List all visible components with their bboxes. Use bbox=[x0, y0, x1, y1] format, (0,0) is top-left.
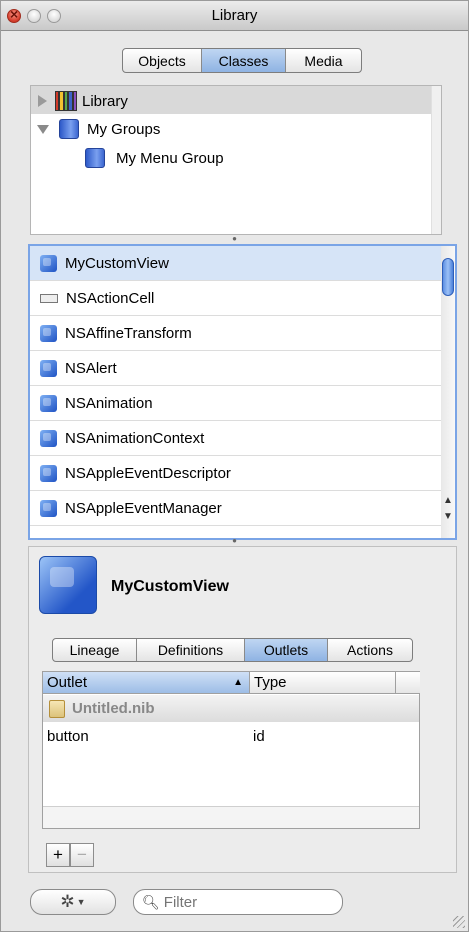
search-icon: 🔍︎ bbox=[142, 893, 160, 910]
tab-objects[interactable]: Objects bbox=[123, 49, 202, 72]
class-large-cube-icon bbox=[39, 556, 97, 614]
class-cube-icon bbox=[40, 324, 57, 342]
outlet-name-cell: button bbox=[47, 727, 89, 745]
filter-search-field[interactable]: 🔍︎ bbox=[133, 889, 343, 915]
tab-classes[interactable]: Classes bbox=[202, 49, 286, 72]
sort-ascending-icon: ▲ bbox=[233, 677, 243, 688]
filter-input[interactable] bbox=[163, 893, 324, 911]
scroll-down-arrow-icon[interactable]: ▼ bbox=[441, 510, 455, 524]
class-cube-icon bbox=[40, 429, 57, 447]
class-list-scrollbar[interactable]: ▲ ▼ bbox=[441, 246, 455, 538]
outlets-table: Outlet ▲ Type Untitled.nib button id bbox=[42, 671, 420, 829]
library-books-icon bbox=[55, 91, 78, 111]
tree-item-my-menu-group[interactable]: My Menu Group bbox=[85, 144, 441, 172]
window-title: Library bbox=[211, 7, 258, 24]
tab-definitions[interactable]: Definitions bbox=[137, 639, 245, 661]
tree-label-my-menu-group: My Menu Group bbox=[116, 149, 224, 167]
list-item-nsalert[interactable]: NSAlert bbox=[30, 351, 441, 386]
group-folder-icon bbox=[85, 148, 105, 168]
class-cube-icon bbox=[40, 394, 57, 412]
group-folder-icon bbox=[59, 119, 79, 139]
list-item-label: NSAnimation bbox=[65, 394, 153, 412]
resize-grip-icon[interactable] bbox=[453, 916, 465, 928]
nib-file-icon bbox=[49, 699, 65, 718]
group-row-nib[interactable]: Untitled.nib bbox=[43, 695, 419, 722]
title-bar[interactable]: Library bbox=[1, 1, 468, 31]
tab-lineage[interactable]: Lineage bbox=[53, 639, 137, 661]
tree-item-library[interactable]: Library bbox=[38, 87, 441, 115]
list-item-label: NSAnimationContext bbox=[65, 429, 205, 447]
list-item-label: NSAppleEventDescriptor bbox=[65, 464, 231, 482]
list-item-label: NSAffineTransform bbox=[65, 324, 192, 342]
chevron-down-icon: ▼ bbox=[76, 897, 86, 907]
list-item-nsappleeventdescriptor[interactable]: NSAppleEventDescriptor bbox=[30, 456, 441, 491]
list-item-label: MyCustomView bbox=[65, 254, 169, 272]
outlet-type-cell: id bbox=[253, 727, 265, 745]
split-handle-bottom[interactable]: ● bbox=[1, 537, 468, 545]
scroll-thumb[interactable] bbox=[442, 258, 454, 296]
tab-media[interactable]: Media bbox=[286, 49, 361, 72]
add-outlet-button[interactable]: + bbox=[46, 843, 70, 867]
remove-outlet-button[interactable]: − bbox=[70, 843, 94, 867]
tab-actions[interactable]: Actions bbox=[328, 639, 412, 661]
class-list: MyCustomView NSActionCell NSAffineTransf… bbox=[28, 244, 457, 540]
gear-icon: ✲ bbox=[60, 892, 75, 911]
disclosure-down-icon[interactable] bbox=[37, 124, 49, 134]
column-type-label: Type bbox=[254, 674, 287, 691]
detail-class-name: MyCustomView bbox=[111, 578, 229, 595]
column-outlet-label: Outlet bbox=[47, 674, 88, 691]
detail-segmented-control: Lineage Definitions Outlets Actions bbox=[52, 638, 413, 662]
class-cube-icon bbox=[40, 254, 57, 272]
class-cube-icon bbox=[40, 464, 57, 482]
list-item-nsappleeventmanager[interactable]: NSAppleEventManager bbox=[30, 491, 441, 526]
tree-scroll-track[interactable] bbox=[431, 86, 441, 234]
column-header-type[interactable]: Type bbox=[250, 672, 396, 694]
list-item-label: NSAppleEventManager bbox=[65, 499, 222, 517]
disclosure-right-icon[interactable] bbox=[38, 95, 47, 107]
tab-outlets[interactable]: Outlets bbox=[245, 639, 328, 661]
list-item-label: NSAlert bbox=[65, 359, 117, 377]
class-cube-icon bbox=[40, 359, 57, 377]
group-tree: Library My Groups My Menu Group bbox=[30, 85, 442, 235]
column-header-outlet[interactable]: Outlet ▲ bbox=[43, 672, 250, 694]
table-horizontal-scroller[interactable] bbox=[43, 806, 419, 828]
list-item-nsactioncell[interactable]: NSActionCell bbox=[30, 281, 441, 316]
action-cell-icon bbox=[40, 293, 58, 303]
tree-item-my-groups[interactable]: My Groups bbox=[37, 115, 441, 143]
library-segmented-control: Objects Classes Media bbox=[122, 48, 362, 73]
tree-label-my-groups: My Groups bbox=[87, 120, 161, 138]
tree-label-library: Library bbox=[82, 92, 128, 110]
list-item-nsaffinetransform[interactable]: NSAffineTransform bbox=[30, 316, 441, 351]
action-menu-button[interactable]: ✲ ▼ bbox=[30, 889, 116, 915]
scroll-up-arrow-icon[interactable]: ▲ bbox=[441, 494, 455, 508]
group-row-label: Untitled.nib bbox=[72, 700, 155, 717]
list-item-nsanimationcontext[interactable]: NSAnimationContext bbox=[30, 421, 441, 456]
list-item-label: NSActionCell bbox=[66, 289, 155, 307]
library-window: Library Objects Classes Media Library My… bbox=[0, 0, 469, 932]
list-item-mycustomview[interactable]: MyCustomView bbox=[30, 246, 441, 281]
split-handle-top[interactable]: ● bbox=[1, 235, 468, 243]
class-cube-icon bbox=[40, 499, 57, 517]
table-row[interactable]: button id bbox=[43, 724, 419, 748]
column-header-spacer bbox=[396, 672, 420, 694]
list-item-nsanimation[interactable]: NSAnimation bbox=[30, 386, 441, 421]
